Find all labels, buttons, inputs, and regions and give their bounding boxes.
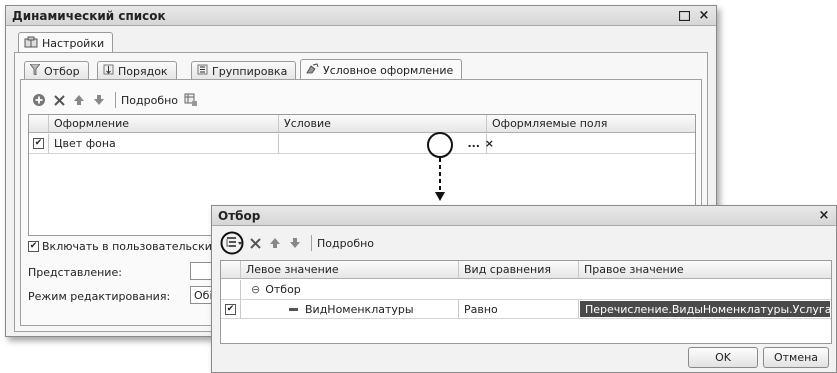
filter-title-bar: Отбор ×	[212, 206, 836, 226]
tab-grouping[interactable]: Группировка	[191, 61, 297, 80]
collapse-icon[interactable]: ⊖	[251, 283, 260, 296]
filter-window: Отбор × Подробно Левое значение Вид срав…	[211, 205, 837, 373]
filter-header-comparison[interactable]: Вид сравнения	[459, 261, 579, 278]
details-button[interactable]: Подробно	[121, 94, 178, 107]
row-fields[interactable]	[487, 134, 695, 153]
group-label: Отбор	[265, 283, 301, 296]
include-user-settings[interactable]: ✔ Включать в пользовательские н	[28, 240, 229, 253]
paint-icon	[306, 63, 319, 77]
item-check-cell: ✔	[221, 300, 241, 318]
header-fields[interactable]: Оформляемые поля	[487, 115, 695, 132]
settings-icon	[24, 36, 38, 51]
table-row[interactable]: ✔ ВидНоменклатуры Равно Перечисление.Вид…	[221, 299, 831, 319]
item-left-value-cell[interactable]: ВидНоменклатуры	[241, 300, 459, 318]
toolbar-separator	[115, 92, 116, 108]
filter-group-row[interactable]: ⊖ Отбор	[221, 280, 831, 299]
add-icon[interactable]	[30, 91, 48, 109]
callout-arrow	[427, 132, 453, 201]
filter-header-check-column	[221, 261, 241, 278]
condition-clear-button[interactable]: ×	[485, 137, 494, 150]
move-up-icon[interactable]	[70, 91, 88, 109]
filter-grid: Левое значение Вид сравнения Правое знач…	[220, 260, 832, 344]
header-check-column	[29, 115, 49, 132]
filter-close-icon[interactable]: ×	[816, 208, 832, 223]
edit-mode-label: Режим редактирования:	[28, 290, 171, 303]
tab-conditional-appearance[interactable]: Условное оформление	[300, 59, 463, 80]
item-left-value: ВидНоменклатуры	[305, 302, 414, 316]
tab-order[interactable]: Порядок	[97, 61, 177, 80]
sort-icon	[103, 64, 114, 78]
include-user-settings-checkbox[interactable]: ✔	[28, 241, 39, 252]
ok-button[interactable]: OK	[688, 347, 758, 368]
filter-icon	[29, 63, 41, 78]
row-appearance[interactable]: Цвет фона	[49, 134, 279, 153]
maximize-icon[interactable]	[676, 9, 692, 23]
tab-order-label: Порядок	[118, 64, 168, 78]
tab-settings-label: Настройки	[42, 36, 105, 50]
filter-grid-header: Левое значение Вид сравнения Правое знач…	[221, 261, 831, 279]
settings-grid-icon[interactable]	[182, 91, 200, 109]
filter-delete-icon[interactable]	[246, 234, 264, 252]
grid-header: Оформление Условие Оформляемые поля	[29, 115, 695, 133]
representation-label: Представление:	[28, 266, 122, 279]
item-comparison[interactable]: Равно	[459, 300, 579, 318]
field-icon	[289, 307, 298, 311]
delete-icon[interactable]	[50, 91, 68, 109]
row-check-cell: ✔	[29, 134, 49, 153]
tab-filter-label: Отбор	[44, 64, 80, 78]
table-row[interactable]: ✔ Цвет фона ... ×	[29, 134, 695, 154]
appearance-toolbar: Подробно	[30, 90, 202, 110]
tab-settings[interactable]: Настройки	[18, 32, 114, 53]
grouping-icon	[197, 64, 208, 78]
filter-header-right-value[interactable]: Правое значение	[579, 261, 831, 278]
filter-window-title: Отбор	[218, 208, 261, 223]
cancel-button[interactable]: Отмена	[763, 347, 829, 368]
filter-move-up-icon[interactable]	[266, 234, 284, 252]
filter-details-button[interactable]: Подробно	[317, 237, 374, 250]
item-enabled-checkbox[interactable]: ✔	[225, 303, 236, 315]
group-label-cell[interactable]: ⊖ Отбор	[241, 280, 831, 299]
filter-move-down-icon[interactable]	[286, 234, 304, 252]
add-condition-icon[interactable]	[220, 231, 244, 255]
close-icon[interactable]: ×	[696, 8, 712, 23]
include-user-settings-label: Включать в пользовательские н	[42, 240, 230, 253]
tab-conditional-appearance-label: Условное оформление	[323, 63, 454, 77]
filter-toolbar-separator	[311, 235, 312, 251]
header-appearance[interactable]: Оформление	[49, 115, 279, 132]
tab-grouping-label: Группировка	[212, 64, 288, 78]
group-check-cell	[221, 280, 241, 299]
tab-filter[interactable]: Отбор	[24, 61, 89, 80]
title-bar: Динамический список ×	[6, 6, 716, 26]
window-title: Динамический список	[12, 8, 166, 23]
filter-header-left-value[interactable]: Левое значение	[241, 261, 459, 278]
filter-toolbar: Подробно	[220, 231, 374, 255]
row-enabled-checkbox[interactable]: ✔	[33, 138, 44, 149]
item-right-value[interactable]: Перечисление.ВидыНоменклатуры.Услуга	[580, 301, 830, 317]
move-down-icon[interactable]	[90, 91, 108, 109]
